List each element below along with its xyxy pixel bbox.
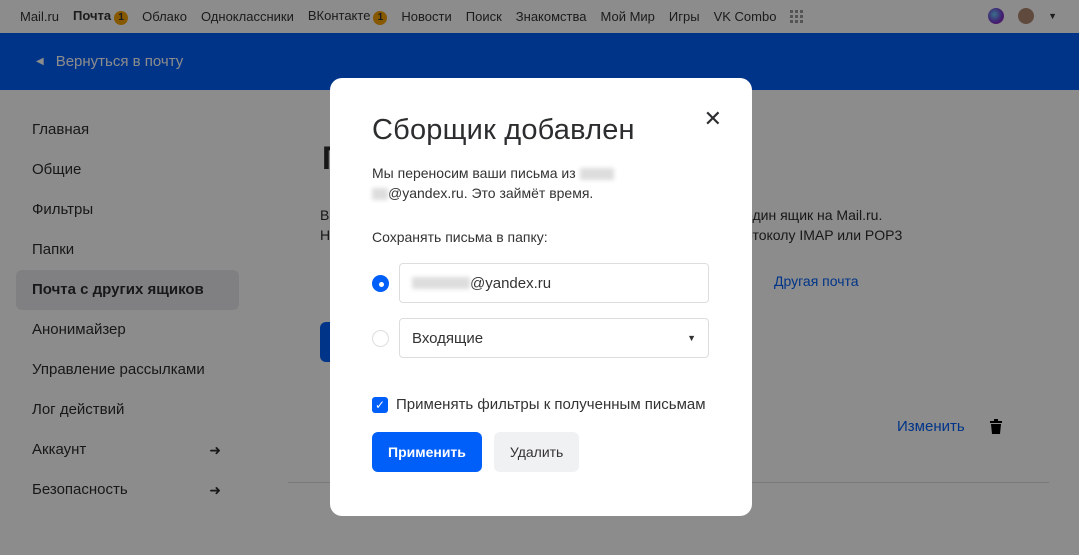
text-part: Мы переносим ваши письма из (372, 165, 576, 181)
delete-button[interactable]: Удалить (493, 432, 580, 472)
checkbox-checked-icon[interactable]: ✓ (372, 396, 388, 413)
email-folder-value: @yandex.ru (470, 274, 552, 292)
redacted (412, 277, 470, 289)
collector-added-dialog: ✕ Сборщик добавлен Мы переносим ваши пис… (330, 78, 752, 516)
apply-filters-checkbox-row[interactable]: ✓ Применять фильтры к полученным письмам (372, 396, 710, 413)
dialog-title: Сборщик добавлен (372, 114, 635, 146)
folder-label: Сохранять письма в папку: (372, 229, 548, 245)
apply-filters-label: Применять фильтры к полученным письмам (396, 396, 706, 413)
radio-email-folder[interactable] (372, 274, 389, 292)
folder-select[interactable]: Входящие ▼ (399, 318, 709, 358)
text-part: @yandex.ru. Это займёт время. (388, 185, 594, 201)
radio-existing-folder[interactable] (372, 329, 389, 347)
redacted (372, 188, 388, 201)
email-folder-field[interactable]: @yandex.ru (399, 263, 709, 303)
apply-button[interactable]: Применить (372, 432, 482, 472)
dialog-text: Мы переносим ваши письма из @yandex.ru. … (372, 163, 710, 203)
caret-down-icon: ▼ (687, 333, 696, 343)
redacted (579, 168, 614, 181)
folder-select-value: Входящие (412, 329, 484, 347)
close-icon[interactable]: ✕ (704, 106, 722, 132)
